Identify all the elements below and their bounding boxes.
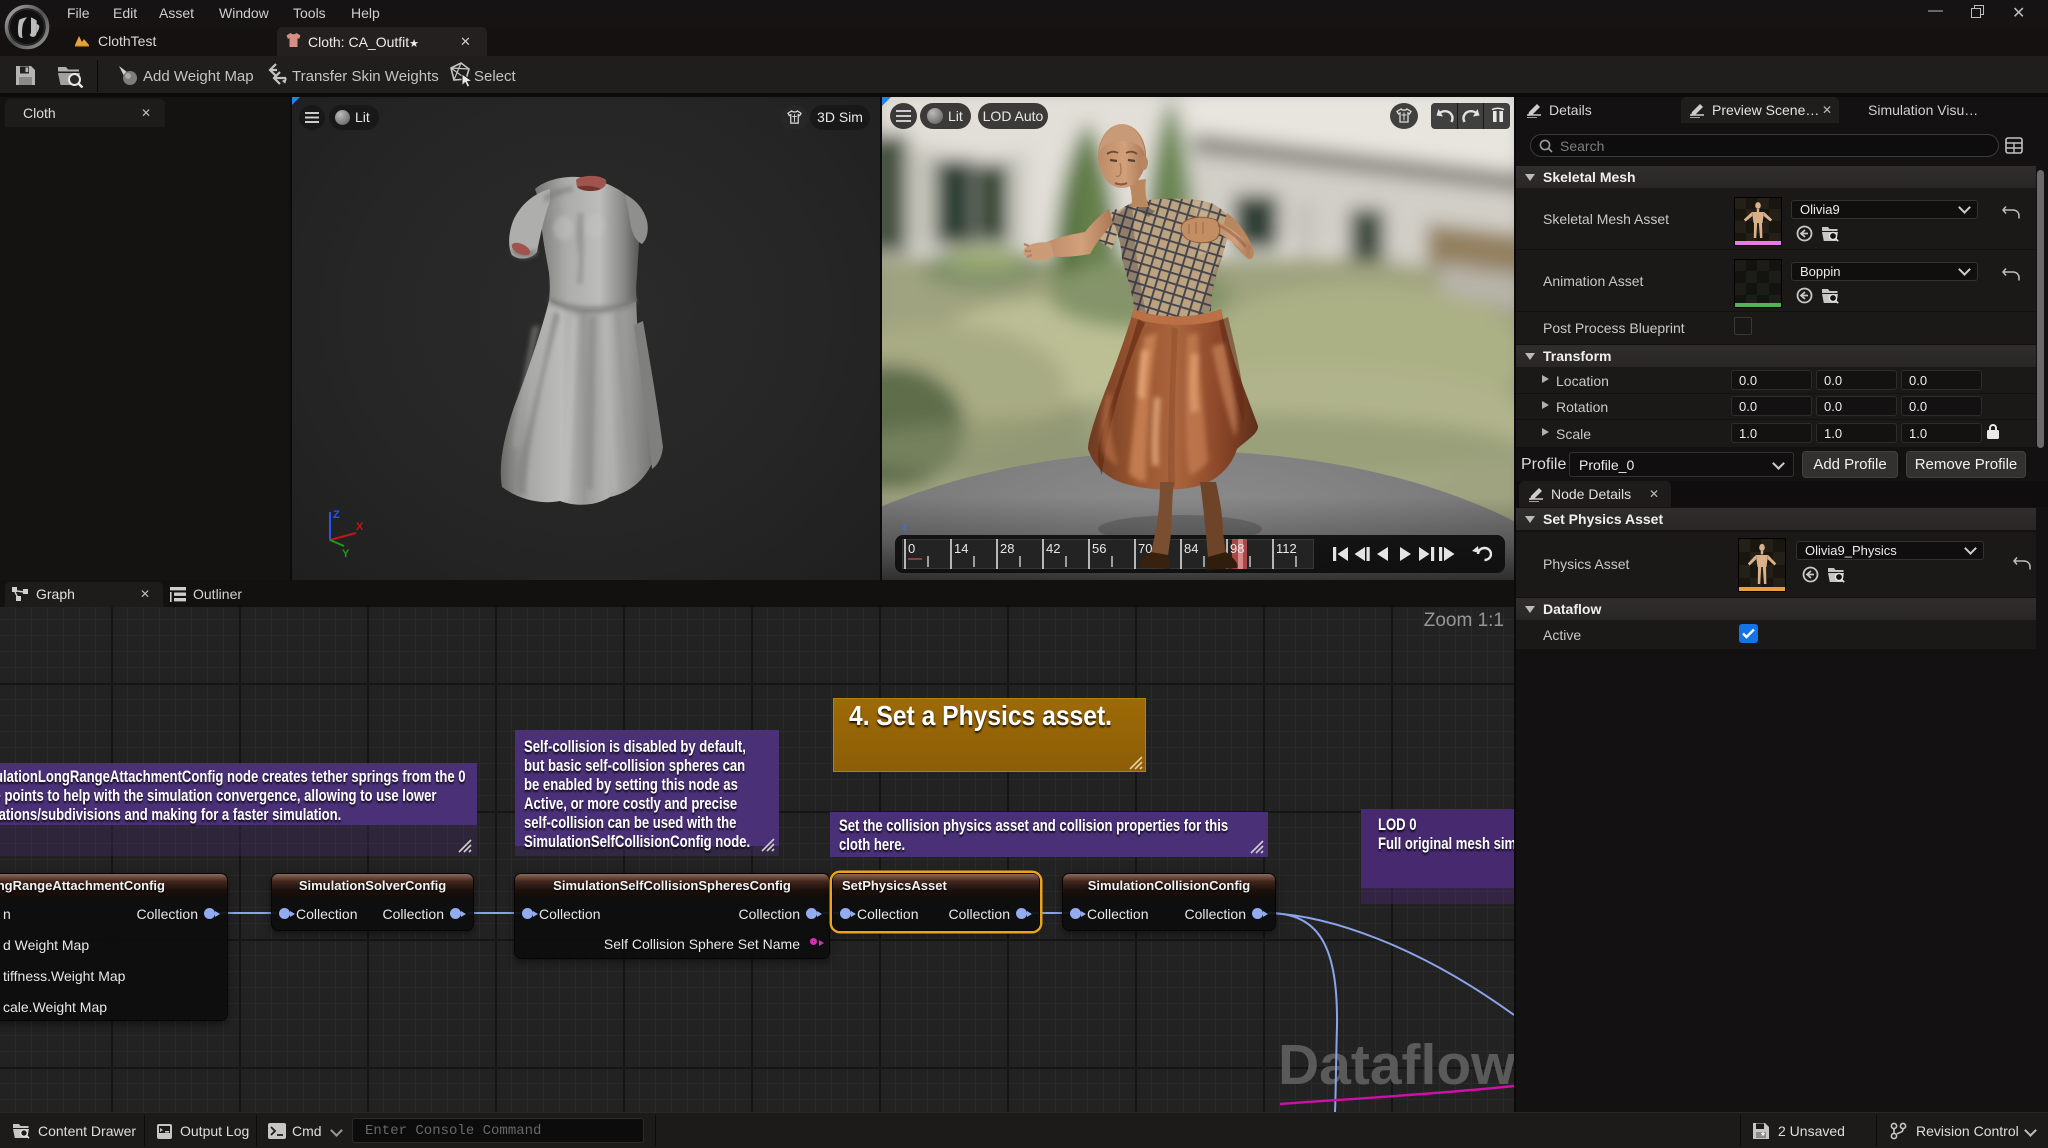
svg-text:28: 28 <box>1000 541 1014 556</box>
svg-text:Z: Z <box>333 509 340 521</box>
svg-text:56: 56 <box>1092 541 1106 556</box>
svg-text:Y: Y <box>342 548 350 560</box>
svg-text:*: * <box>1761 1131 1765 1140</box>
svg-text:42: 42 <box>1046 541 1060 556</box>
svg-text:0: 0 <box>908 541 915 556</box>
svg-text:112: 112 <box>1276 541 1297 556</box>
svg-text:X: X <box>356 521 364 533</box>
svg-text:14: 14 <box>954 541 968 556</box>
